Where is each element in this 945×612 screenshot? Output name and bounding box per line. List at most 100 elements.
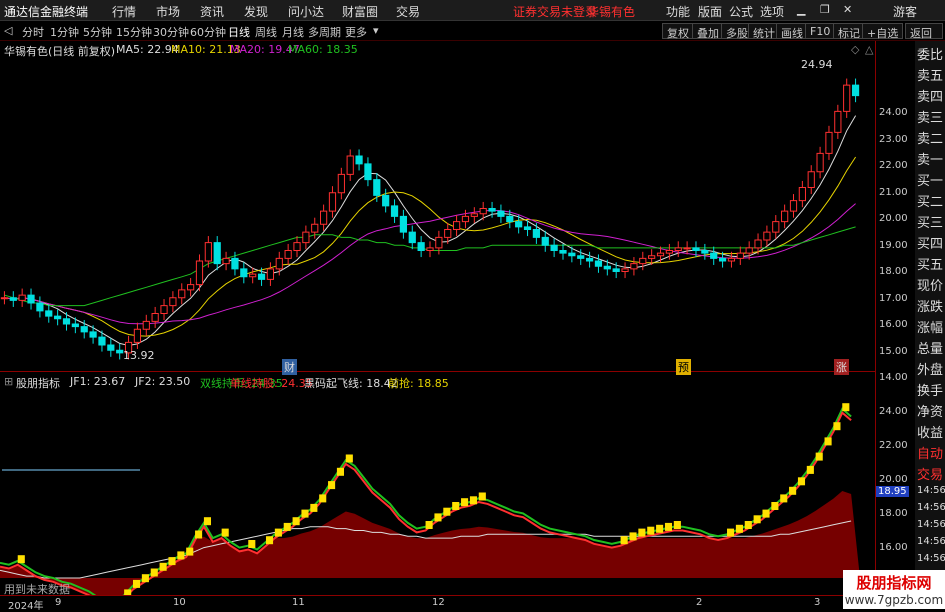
sidebar-time: 14:56 (917, 502, 945, 513)
candle-body (249, 273, 257, 278)
candle-body (452, 221, 461, 230)
candle-body (240, 268, 248, 278)
candle-body (107, 344, 115, 351)
current-value-badge: 18.95 (876, 486, 909, 497)
candle-body (825, 131, 833, 154)
candle-body (621, 268, 629, 272)
candle-body (399, 215, 408, 233)
menu-item-wealth[interactable]: 财富圈 (342, 3, 378, 20)
restore-icon[interactable]: ❐ (820, 3, 830, 16)
candle-body (320, 210, 328, 225)
back-button[interactable]: 返回 (905, 23, 943, 40)
visitor-label[interactable]: 游客 (893, 3, 917, 20)
signal-bar (461, 498, 469, 507)
app-title: 通达信金融终端 (4, 5, 89, 19)
period-tab-weekly[interactable]: 周线 (255, 24, 277, 40)
period-tab-30min[interactable]: 30分钟 (153, 24, 189, 40)
candle-body (843, 84, 851, 112)
indicator-panel[interactable]: ⊞ 股朋指标 JF1: 23.67 JF2: 23.50 双线持币: 24.35… (0, 373, 875, 596)
menu-item-market[interactable]: 市场 (156, 3, 180, 20)
signal-bar (132, 579, 141, 588)
candle-body (745, 247, 753, 254)
more-dropdown-icon[interactable]: ▾ (373, 24, 379, 37)
menu-item-options[interactable]: 选项 (760, 3, 784, 20)
period-tab-multi[interactable]: 多周期 (308, 24, 341, 40)
menu-item-trade[interactable]: 交易 (396, 3, 420, 20)
close-icon[interactable]: ✕ (843, 3, 852, 16)
signal-bar (806, 465, 814, 474)
f10-button[interactable]: F10 (805, 23, 836, 39)
candle-body (665, 250, 673, 254)
sidebar-item: 买一 (917, 174, 944, 189)
sidebar-item: 卖五 (917, 69, 944, 84)
period-tab-5min[interactable]: 5分钟 (83, 24, 112, 40)
candle-body (585, 257, 594, 262)
back-icon[interactable]: ◁ (4, 24, 12, 37)
candle-body (54, 315, 62, 320)
signal-bar (797, 477, 806, 486)
period-tab-1min[interactable]: 1分钟 (50, 24, 79, 40)
sidebar-item-auto[interactable]: 自动 (917, 443, 943, 462)
sidebar-item: 涨跌 (917, 300, 944, 315)
candle-body (62, 318, 71, 325)
rights-adjust-button[interactable]: 复权 (662, 23, 694, 40)
candle-body (160, 305, 168, 314)
indicator-chart[interactable] (0, 373, 875, 595)
candle-body (639, 257, 647, 265)
minimize-icon[interactable]: ▁ (797, 3, 805, 16)
candle-body (213, 242, 221, 265)
kline-chart[interactable] (0, 41, 875, 372)
overlay-button[interactable]: 叠加 (692, 23, 724, 40)
period-tab-60min[interactable]: 60分钟 (190, 24, 226, 40)
period-tab-15min[interactable]: 15分钟 (116, 24, 152, 40)
candle-body (231, 257, 239, 270)
menu-item-layout[interactable]: 版面 (698, 3, 722, 20)
mark-button[interactable]: 标记 (833, 23, 865, 40)
period-tab-more[interactable]: 更多 (345, 24, 367, 40)
kline-panel[interactable]: 华锡有色(日线 前复权) MA5: 22.94 MA10: 21.13 MA20… (0, 41, 875, 375)
period-tab-intraday[interactable]: 分时 (22, 24, 44, 40)
menu-item-news[interactable]: 资讯 (200, 3, 224, 20)
menu-item-quotes[interactable]: 行情 (112, 3, 136, 20)
candle-body (89, 331, 97, 338)
signal-bar (141, 574, 149, 583)
signal-bar (638, 528, 646, 537)
signal-bar (469, 496, 477, 505)
candle-body (710, 252, 718, 259)
login-status[interactable]: 证券交易未登录 (513, 3, 597, 20)
candle-body (302, 231, 310, 244)
signal-bar (727, 528, 735, 537)
signal-bar (186, 547, 194, 556)
candle-body (568, 252, 576, 257)
ma60-line (4, 226, 856, 307)
signal-bar (815, 452, 823, 461)
sidebar-item: 卖一 (917, 153, 944, 168)
sub-tick: 24.00 (879, 406, 908, 417)
menu-item-ask[interactable]: 问小达 (288, 3, 324, 20)
candle-body (851, 84, 860, 97)
signal-bar (159, 562, 167, 571)
draw-line-button[interactable]: 画线 (776, 23, 808, 40)
time-tick: 12 (432, 597, 445, 608)
candle-body (461, 215, 470, 223)
price-tick: 22.00 (879, 160, 908, 171)
candle-body (151, 313, 159, 322)
candle-body (328, 192, 337, 212)
candle-body (798, 187, 806, 202)
signal-bar (753, 515, 761, 524)
sidebar-item: 涨幅 (917, 321, 944, 336)
menu-item-formula[interactable]: 公式 (729, 3, 753, 20)
signal-bar (292, 517, 300, 526)
period-tab-daily[interactable]: 日线 (228, 24, 250, 40)
sidebar-item-trade[interactable]: 交易 (917, 464, 943, 483)
sidebar-item: 收益 (917, 426, 944, 441)
candle-body (18, 294, 26, 301)
menu-item-discover[interactable]: 发现 (244, 3, 268, 20)
menu-item-function[interactable]: 功能 (666, 3, 690, 20)
add-watchlist-button[interactable]: +自选 (862, 23, 904, 40)
signal-bar (221, 528, 229, 537)
candle-body (807, 171, 815, 188)
period-tab-monthly[interactable]: 月线 (282, 24, 304, 40)
ma5-line (4, 115, 857, 347)
sidebar-time: 14:56 (917, 485, 945, 496)
